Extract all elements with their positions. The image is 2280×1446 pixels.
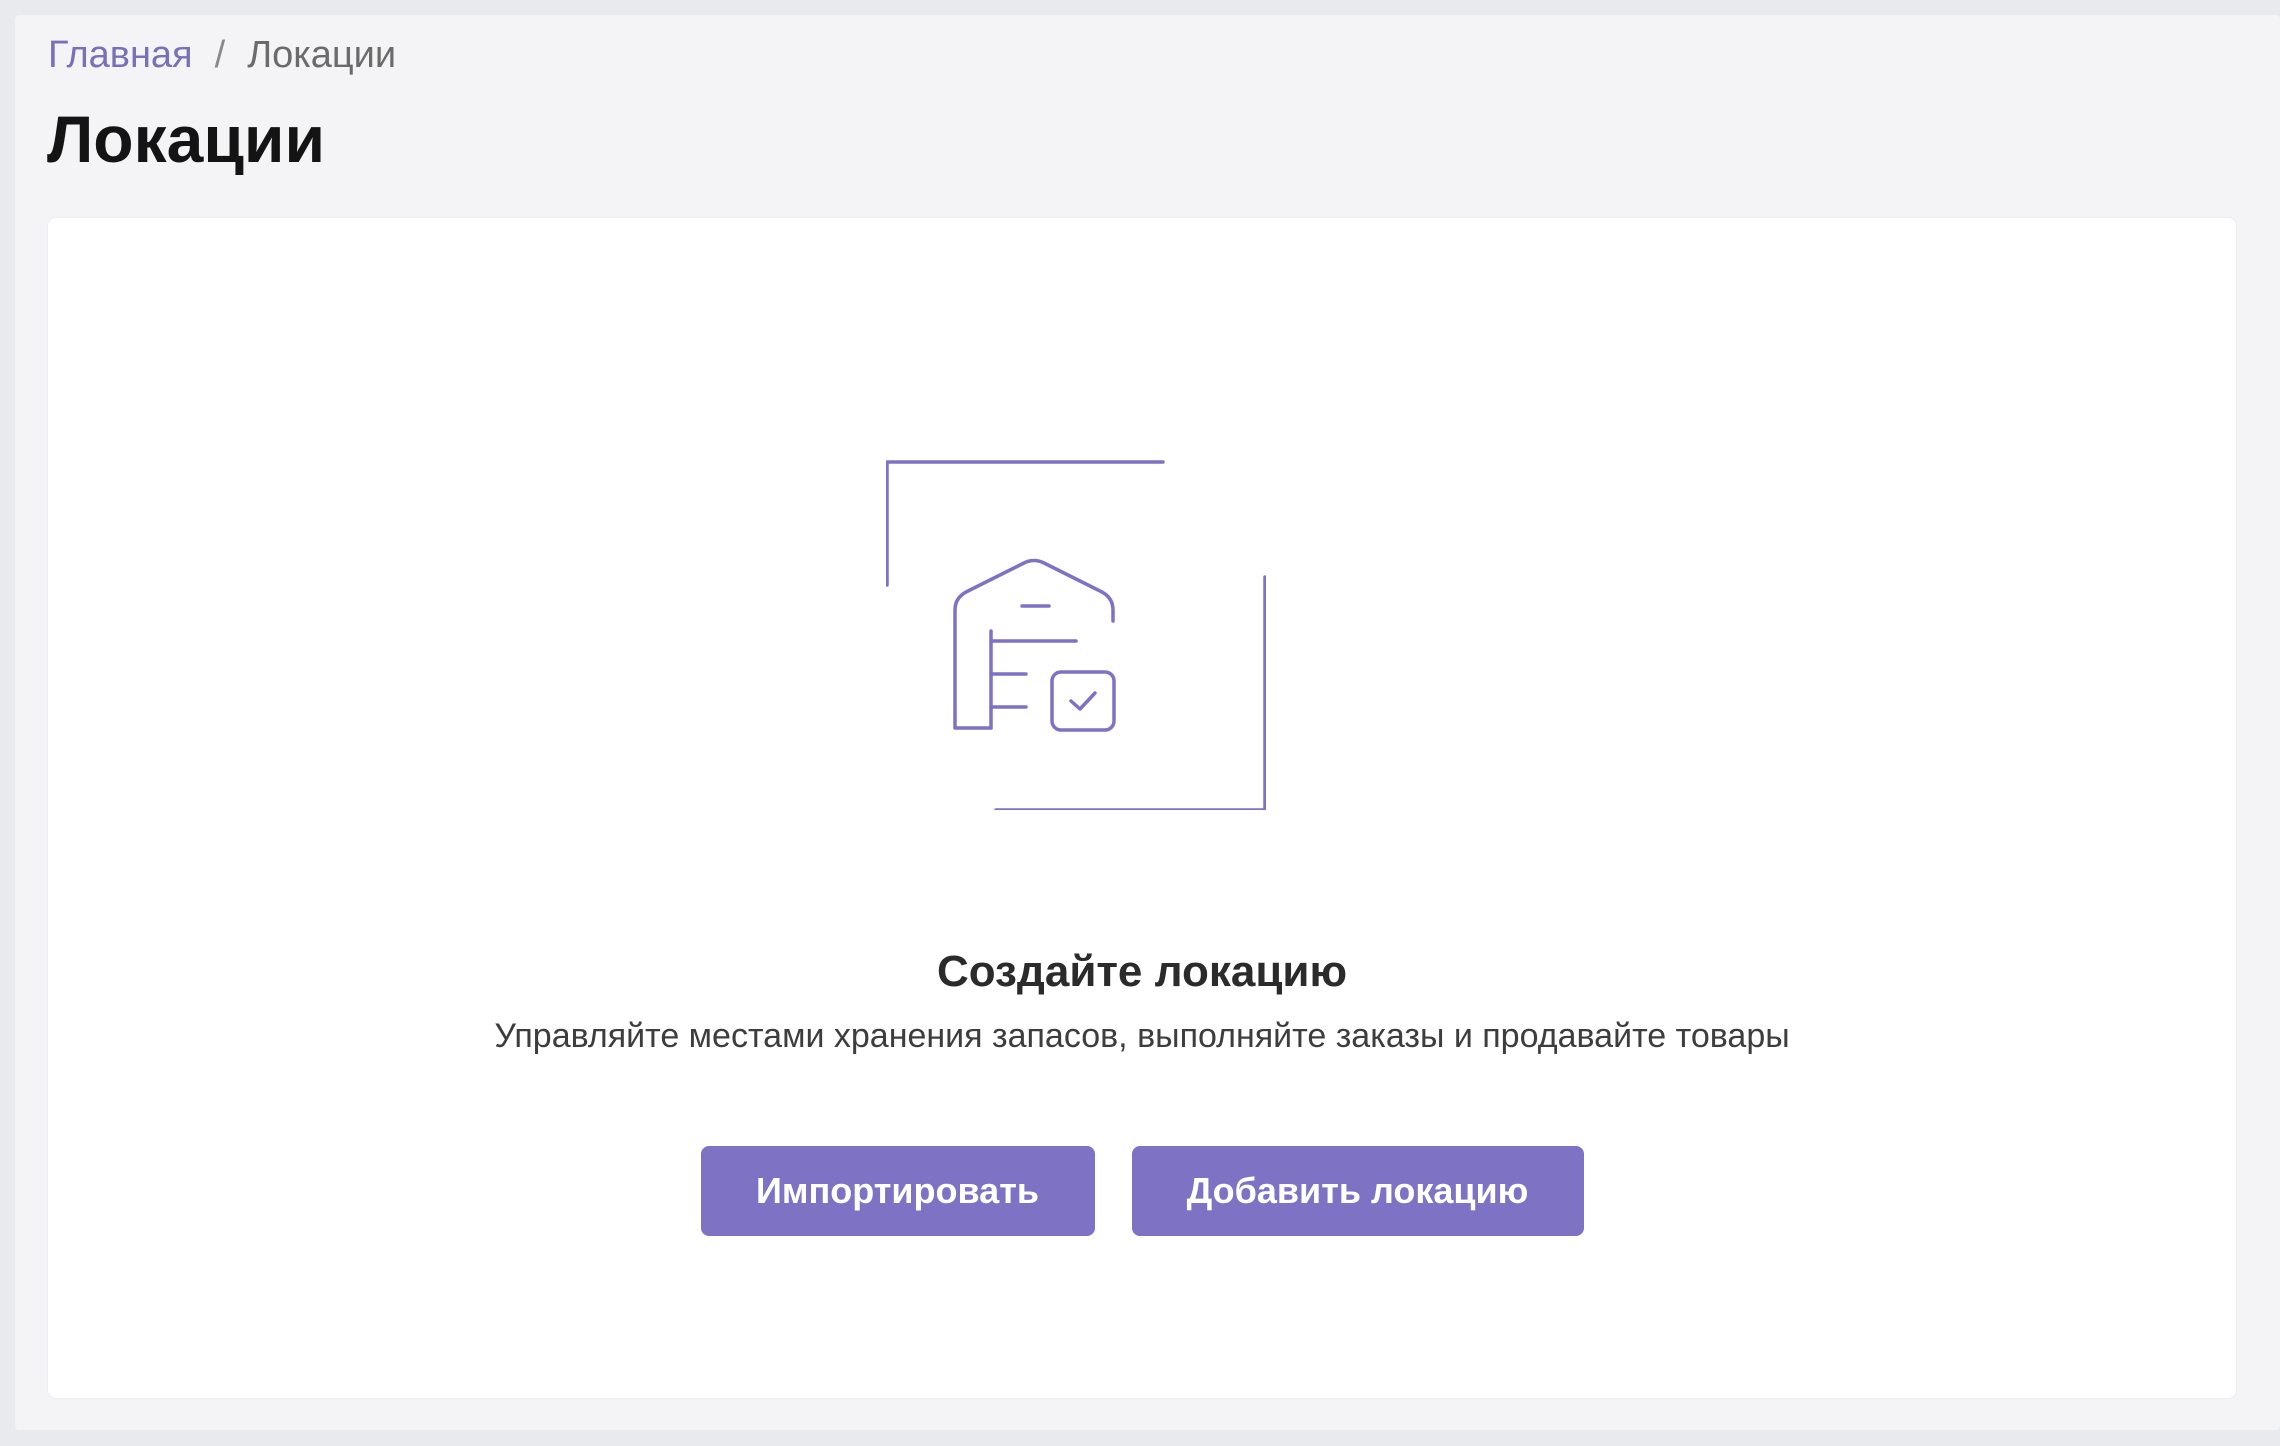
breadcrumb-home-link[interactable]: Главная — [48, 31, 193, 79]
warehouse-icon — [886, 460, 1266, 810]
add-location-button[interactable]: Добавить локацию — [1131, 1146, 1584, 1236]
empty-state-card: Создайте локацию Управляйте местами хран… — [48, 218, 2236, 1398]
page: Главная / Локации Локации Создайте локац… — [15, 15, 2280, 1430]
empty-state-actions: Импортировать Добавить локацию — [48, 1146, 2236, 1236]
breadcrumb: Главная / Локации — [48, 31, 396, 79]
breadcrumb-separator: / — [214, 34, 226, 76]
breadcrumb-current: Локации — [247, 34, 397, 76]
empty-state-title: Создайте локацию — [936, 947, 1348, 996]
page-title: Локации — [47, 102, 326, 176]
empty-state-description: Управляйте местами хранения запасов, вып… — [494, 1017, 1790, 1055]
import-button[interactable]: Импортировать — [700, 1146, 1095, 1236]
